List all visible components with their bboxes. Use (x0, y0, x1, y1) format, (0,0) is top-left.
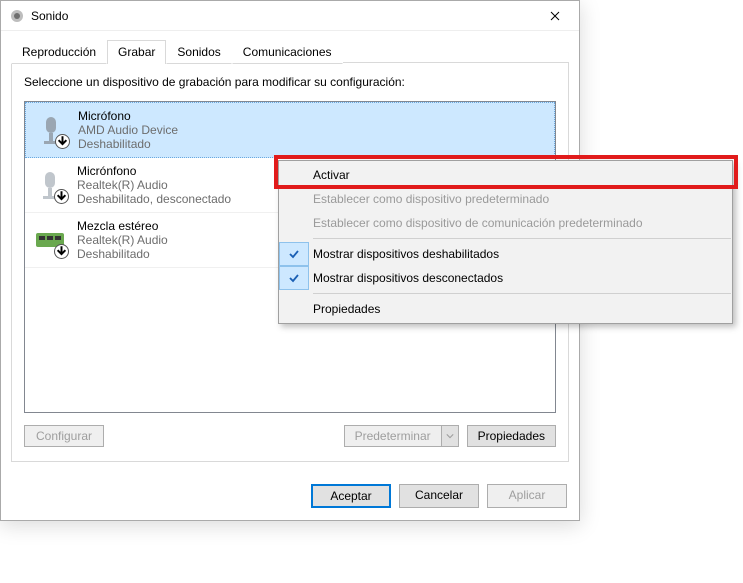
panel-buttons: Configurar Predeterminar Propiedades (24, 425, 556, 447)
device-name: Mezcla estéreo (77, 219, 168, 233)
menu-label: Mostrar dispositivos deshabilitados (313, 247, 499, 261)
device-driver: Realtek(R) Audio (77, 178, 231, 192)
microphone-icon (33, 168, 67, 202)
instruction-text: Seleccione un dispositivo de grabación p… (24, 75, 556, 89)
tab-record[interactable]: Grabar (107, 40, 166, 64)
menu-show-disconnected[interactable]: Mostrar dispositivos desconectados (279, 266, 732, 290)
menu-properties[interactable]: Propiedades (279, 297, 732, 321)
configure-button: Configurar (24, 425, 104, 447)
menu-set-default: Establecer como dispositivo predetermina… (279, 187, 732, 211)
device-status: Deshabilitado (78, 137, 178, 151)
device-name: Micrónfono (77, 164, 231, 178)
tab-sounds[interactable]: Sonidos (166, 40, 231, 64)
apply-button: Aplicar (487, 484, 567, 508)
sound-card-icon (33, 223, 67, 257)
device-text: Micrófono AMD Audio Device Deshabilitado (78, 109, 178, 151)
device-name: Micrófono (78, 109, 178, 123)
set-default-split-button: Predeterminar (344, 425, 459, 447)
down-arrow-icon (54, 189, 69, 204)
close-button[interactable] (532, 2, 577, 30)
check-icon (279, 242, 309, 266)
check-icon (279, 266, 309, 290)
menu-set-default-comm: Establecer como dispositivo de comunicac… (279, 211, 732, 235)
device-item-microphone-amd[interactable]: Micrófono AMD Audio Device Deshabilitado (25, 102, 555, 158)
down-arrow-icon (54, 244, 69, 259)
device-status: Deshabilitado (77, 247, 168, 261)
menu-activate[interactable]: Activar (279, 163, 732, 187)
menu-separator (313, 293, 731, 294)
tab-communications[interactable]: Comunicaciones (232, 40, 343, 64)
menu-label: Mostrar dispositivos desconectados (313, 271, 503, 285)
properties-button[interactable]: Propiedades (467, 425, 556, 447)
window-title: Sonido (31, 9, 532, 23)
device-driver: Realtek(R) Audio (77, 233, 168, 247)
microphone-icon (34, 113, 68, 147)
tab-strip: Reproducción Grabar Sonidos Comunicacion… (11, 39, 569, 63)
chevron-down-icon (441, 425, 459, 447)
app-icon (9, 8, 25, 24)
context-menu: Activar Establecer como dispositivo pred… (278, 160, 733, 324)
device-driver: AMD Audio Device (78, 123, 178, 137)
menu-separator (313, 238, 731, 239)
dialog-buttons: Aceptar Cancelar Aplicar (1, 474, 579, 520)
titlebar: Sonido (1, 1, 579, 31)
ok-button[interactable]: Aceptar (311, 484, 391, 508)
menu-show-disabled[interactable]: Mostrar dispositivos deshabilitados (279, 242, 732, 266)
tab-playback[interactable]: Reproducción (11, 40, 107, 64)
device-text: Mezcla estéreo Realtek(R) Audio Deshabil… (77, 219, 168, 261)
cancel-button[interactable]: Cancelar (399, 484, 479, 508)
down-arrow-icon (55, 134, 70, 149)
device-text: Micrónfono Realtek(R) Audio Deshabilitad… (77, 164, 231, 206)
device-status: Deshabilitado, desconectado (77, 192, 231, 206)
set-default-button: Predeterminar (344, 425, 441, 447)
